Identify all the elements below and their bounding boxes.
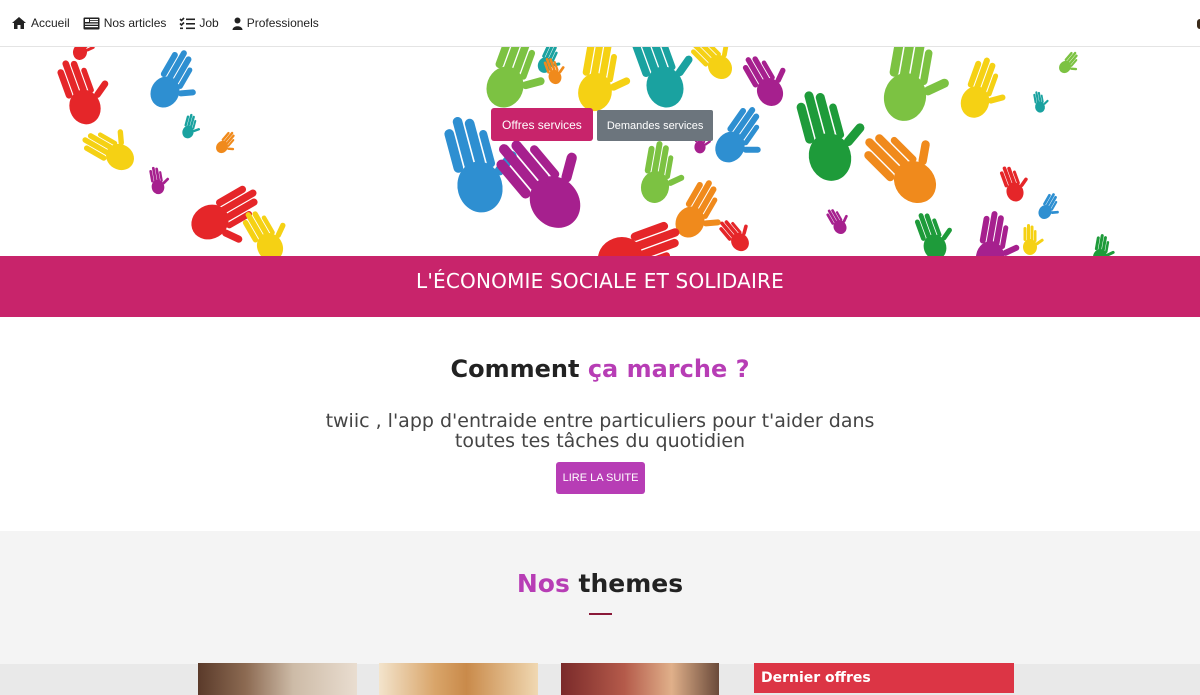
home-icon [12, 17, 26, 29]
nav-item-label: Job [199, 16, 219, 30]
nav-item-professionels[interactable]: Professionels [232, 16, 319, 30]
nav-item-label: Professionels [246, 16, 319, 30]
how-it-works-description: twiic , l'app d'entraide entre particuli… [325, 410, 875, 452]
theme-card-image[interactable] [379, 663, 538, 695]
ess-banner: L'ÉCONOMIE SOCIALE ET SOLIDAIRE [0, 256, 1200, 317]
latest-offers-header: Dernier offres [754, 663, 1014, 693]
themes-section: Nos themes Dernier offres [0, 531, 1200, 695]
banner-text: L'ÉCONOMIE SOCIALE ET SOLIDAIRE [415, 269, 784, 293]
offres-services-button[interactable]: Offres services [491, 108, 593, 141]
nav-item-label: Nos articles [103, 16, 167, 30]
newspaper-icon [83, 17, 100, 29]
read-more-button[interactable]: LIRE LA SUITE [556, 462, 645, 494]
how-it-works-section: Comment ça marche ? twiic , l'app d'entr… [0, 317, 1200, 531]
nav-item-accueil[interactable]: Accueil [11, 16, 70, 30]
title-underline [589, 613, 612, 615]
themes-title: Nos themes [0, 569, 1200, 598]
nav-item-label: Accueil [31, 16, 70, 30]
how-it-works-title: Comment ça marche ? [0, 355, 1200, 383]
latest-offers-label: Dernier offres [761, 670, 871, 686]
title-part-accent: Nos [516, 569, 570, 598]
hero-section: Offres services Demandes services [0, 47, 1200, 256]
nav-item-job[interactable]: Job [179, 16, 219, 30]
nav-item-articles[interactable]: Nos articles [83, 16, 167, 30]
demandes-services-button[interactable]: Demandes services [596, 110, 714, 141]
title-part-dark: themes [578, 569, 684, 598]
theme-card-image[interactable] [198, 663, 357, 695]
title-part-dark: Comment [450, 355, 580, 383]
top-navbar: Accueil Nos articles Job Professionels [0, 0, 1200, 47]
colorful-hands-illustration [53, 47, 1119, 256]
theme-card-image[interactable] [561, 663, 719, 695]
hero-button-group: Offres services Demandes services [491, 108, 714, 141]
user-icon [232, 17, 243, 30]
title-part-accent: ça marche ? [587, 355, 750, 383]
checklist-icon [179, 16, 196, 29]
